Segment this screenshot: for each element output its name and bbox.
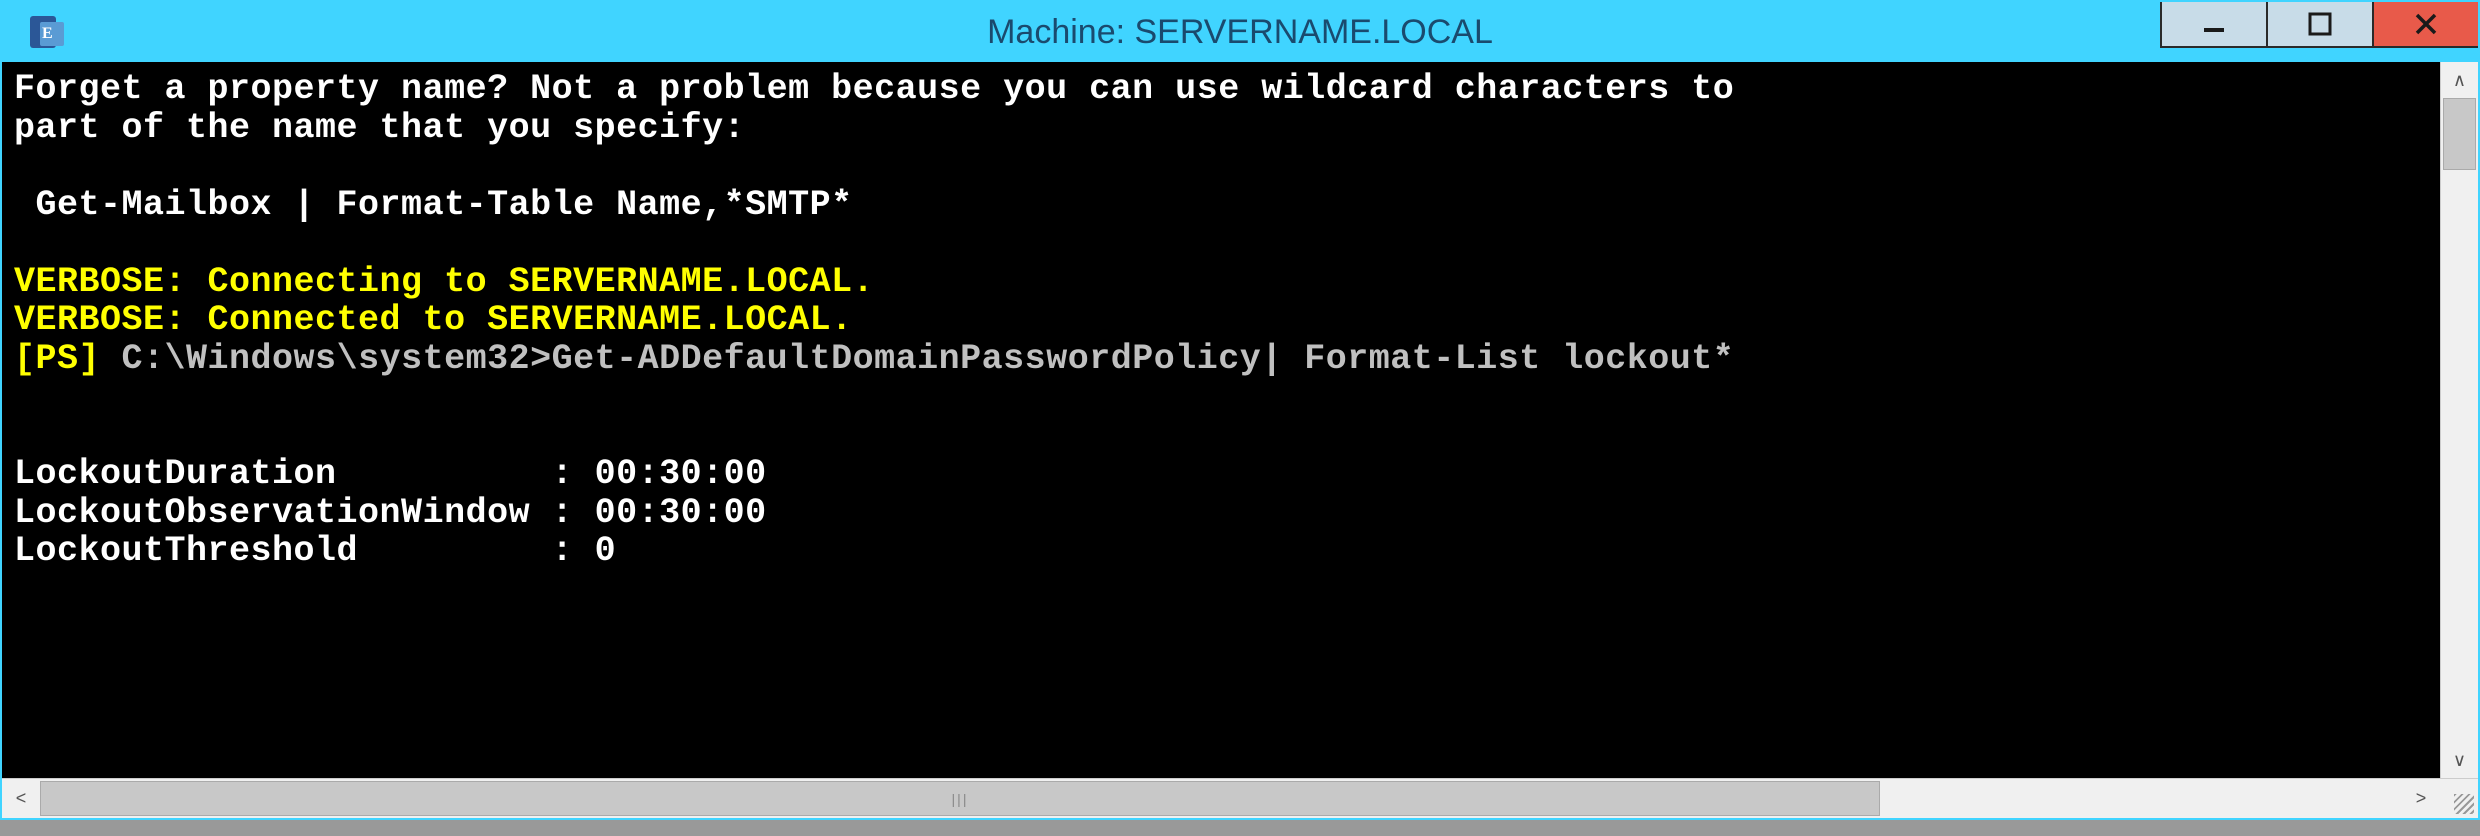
exchange-shell-icon: E — [26, 10, 70, 54]
terminal-output[interactable]: Forget a property name? Not a problem be… — [2, 62, 2440, 778]
thumb-grip-icon: ||| — [952, 791, 969, 807]
verbose-line: VERBOSE: Connected to SERVERNAME.LOCAL. — [14, 300, 853, 340]
output-line: LockoutObservationWindow : 00:30:00 — [14, 493, 767, 533]
scroll-up-button[interactable]: ∧ — [2441, 62, 2478, 98]
output-line: LockoutDuration : 00:30:00 — [14, 454, 767, 494]
close-button[interactable] — [2372, 2, 2478, 48]
hscroll-thumb[interactable]: ||| — [40, 781, 1880, 816]
horizontal-scrollbar[interactable]: < ||| > — [2, 778, 2478, 818]
vertical-scrollbar[interactable]: ∧ ∨ — [2440, 62, 2478, 778]
minimize-button[interactable] — [2160, 2, 2266, 48]
terminal-area: Forget a property name? Not a problem be… — [2, 62, 2478, 778]
window-title: Machine: SERVERNAME.LOCAL — [987, 13, 1493, 52]
scroll-down-button[interactable]: ∨ — [2441, 742, 2478, 778]
scroll-right-button[interactable]: > — [2402, 779, 2440, 818]
help-text-line: part of the name that you specify: — [14, 108, 745, 148]
maximize-button[interactable] — [2266, 2, 2372, 48]
content-area: Forget a property name? Not a problem be… — [2, 62, 2478, 818]
ps-command: Get-ADDefaultDomainPasswordPolicy| Forma… — [552, 339, 1735, 379]
vscroll-thumb[interactable] — [2443, 98, 2476, 170]
verbose-line: VERBOSE: Connecting to SERVERNAME.LOCAL. — [14, 262, 874, 302]
example-command: Get-Mailbox | Format-Table Name,*SMTP* — [14, 185, 853, 225]
titlebar[interactable]: E Machine: SERVERNAME.LOCAL — [2, 2, 2478, 62]
output-line: LockoutThreshold : 0 — [14, 531, 616, 571]
svg-text:E: E — [42, 25, 53, 42]
ps-prefix: [PS] — [14, 339, 122, 379]
window: E Machine: SERVERNAME.LOCAL Forget a pro… — [0, 0, 2480, 820]
help-text-line: Forget a property name? Not a problem be… — [14, 69, 1734, 109]
vscroll-track[interactable] — [2441, 98, 2478, 742]
resize-grip[interactable] — [2440, 779, 2478, 818]
hscroll-track[interactable]: ||| — [40, 779, 2402, 818]
scroll-left-button[interactable]: < — [2, 779, 40, 818]
ps-path: C:\Windows\system32> — [122, 339, 552, 379]
window-controls — [2160, 2, 2478, 48]
